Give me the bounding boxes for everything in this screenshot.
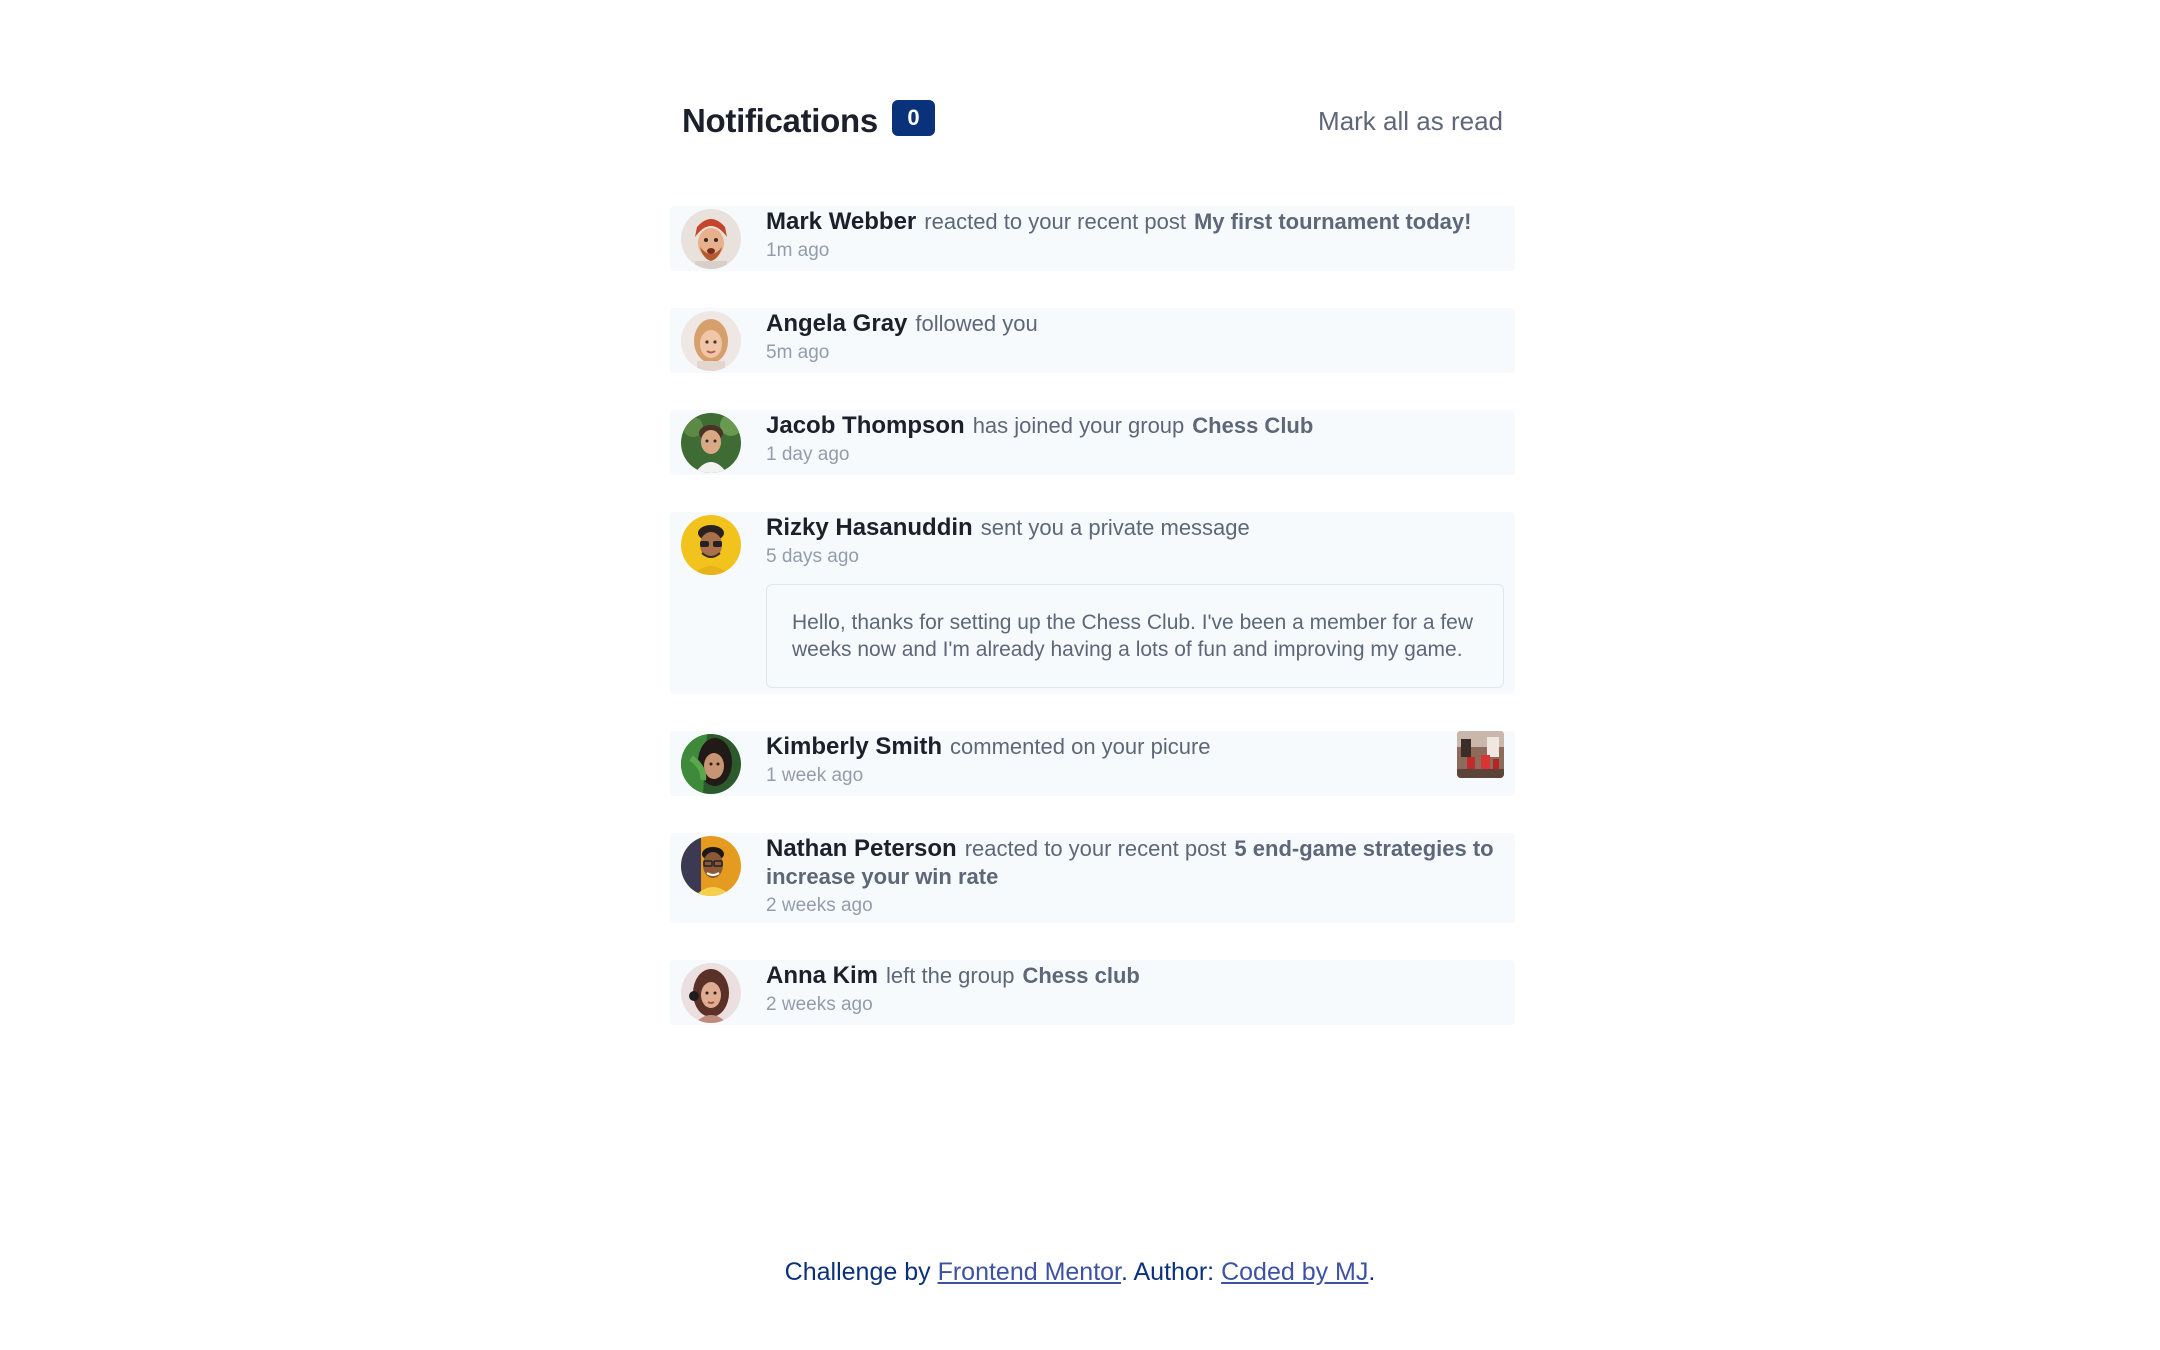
user-name[interactable]: Anna Kim [766, 962, 878, 989]
notification-content: Kimberly Smith commented on your picure 1… [766, 731, 1504, 796]
notification-target[interactable]: My first tournament today! [1194, 209, 1471, 234]
avatar[interactable] [681, 515, 741, 575]
avatar[interactable] [681, 209, 741, 269]
avatar[interactable] [681, 734, 741, 794]
notification-action: has joined your group [972, 413, 1185, 438]
notification-time: 1m ago [766, 240, 830, 261]
avatar[interactable] [681, 413, 741, 473]
avatar[interactable] [681, 963, 741, 1023]
notification-content: Anna Kim left the group Chess club 2 weeks… [766, 960, 1504, 1025]
notification-target[interactable]: Chess club [1022, 963, 1139, 988]
page-title: Notifications [682, 102, 878, 139]
author-link[interactable]: Coded by MJ [1221, 1258, 1368, 1286]
notification-action: reacted to your recent post [924, 209, 1186, 234]
avatar[interactable] [681, 836, 741, 896]
notification-action: reacted to your recent post [964, 836, 1227, 861]
notification-content: Angela Gray followed you 5m ago [766, 308, 1504, 373]
notification-item[interactable]: Anna Kim left the group Chess club 2 weeks… [670, 960, 1515, 1025]
notification-time: 1 week ago [766, 765, 864, 786]
notification-item[interactable]: Rizky Hasanuddin sent you a private messa… [670, 512, 1515, 694]
user-name[interactable]: Jacob Thompson [766, 412, 965, 439]
notification-item[interactable]: Kimberly Smith commented on your picure 1… [670, 731, 1515, 796]
notification-time: 5m ago [766, 342, 830, 363]
footer-prefix: Challenge by [784, 1258, 931, 1286]
notification-target[interactable]: Chess Club [1192, 413, 1313, 438]
avatar[interactable] [681, 311, 741, 371]
notification-time: 5 days ago [766, 546, 859, 567]
notification-action: sent you a private message [980, 515, 1250, 540]
mark-all-read-button[interactable]: Mark all as read [1318, 106, 1503, 137]
notifications-header: Notifications 0 Mark all as read [682, 96, 1503, 150]
notification-time: 1 day ago [766, 444, 850, 465]
attribution-footer: Challenge by Frontend Mentor. Author: Co… [0, 1258, 2160, 1287]
frontend-mentor-link[interactable]: Frontend Mentor [938, 1258, 1121, 1286]
notification-content: Nathan Peterson reacted to your recent po… [766, 833, 1504, 923]
notification-content: Mark Webber reacted to your recent post My… [766, 206, 1504, 271]
user-name[interactable]: Mark Webber [766, 208, 916, 235]
notification-time: 2 weeks ago [766, 994, 873, 1015]
notification-list: Mark Webber reacted to your recent post My… [670, 206, 1515, 1062]
notification-item[interactable]: Nathan Peterson reacted to your recent po… [670, 833, 1515, 923]
notification-item[interactable]: Angela Gray followed you 5m ago [670, 308, 1515, 373]
chess-picture-thumbnail[interactable] [1457, 731, 1504, 778]
notification-content: Rizky Hasanuddin sent you a private messa… [766, 512, 1504, 694]
notification-action: left the group [886, 963, 1015, 988]
notification-content: Jacob Thompson has joined your group Chess… [766, 410, 1504, 475]
footer-suffix: . [1368, 1258, 1376, 1286]
private-message-preview[interactable]: Hello, thanks for setting up the Chess C… [766, 584, 1504, 688]
user-name[interactable]: Rizky Hasanuddin [766, 514, 973, 541]
unread-count-badge: 0 [892, 100, 935, 136]
notification-action: followed you [915, 311, 1038, 336]
notification-action: commented on your picure [950, 734, 1211, 759]
user-name[interactable]: Kimberly Smith [766, 733, 942, 760]
footer-middle: . Author: [1121, 1258, 1215, 1286]
user-name[interactable]: Nathan Peterson [766, 835, 957, 862]
notifications-card: Notifications 0 Mark all as read Mark We… [670, 96, 1515, 1062]
notification-item[interactable]: Mark Webber reacted to your recent post My… [670, 206, 1515, 271]
user-name[interactable]: Angela Gray [766, 310, 907, 337]
notification-item[interactable]: Jacob Thompson has joined your group Chess… [670, 410, 1515, 475]
notification-time: 2 weeks ago [766, 895, 873, 916]
